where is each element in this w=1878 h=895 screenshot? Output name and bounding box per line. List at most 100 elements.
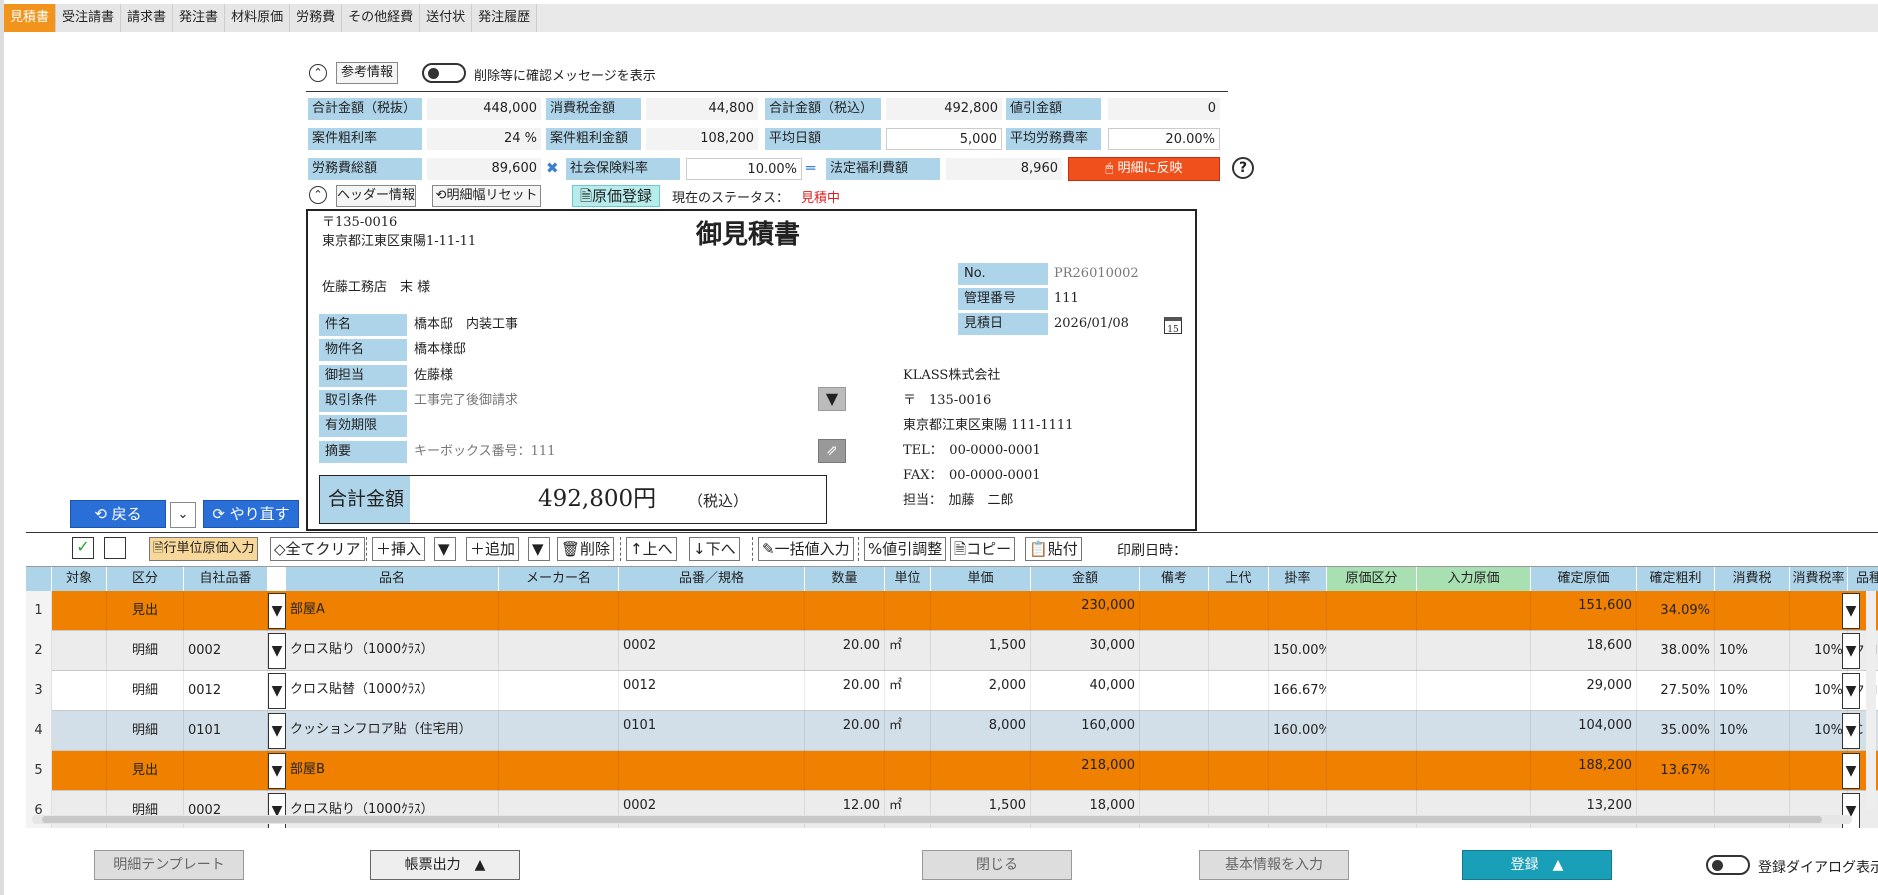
cell-note[interactable]: [1140, 631, 1209, 671]
cell-retail[interactable]: [1209, 671, 1269, 711]
cell-inputcost[interactable]: [1417, 671, 1531, 711]
cell-maker[interactable]: [499, 631, 619, 671]
header-info-button[interactable]: ヘッダー情報: [336, 185, 416, 207]
cell-unit[interactable]: ㎡: [885, 711, 931, 751]
cell-qty[interactable]: 20.00: [805, 671, 885, 711]
cell-taxrate[interactable]: 10%: [1790, 711, 1848, 751]
horizontal-scrollbar[interactable]: [32, 815, 1852, 824]
row-type-dropdown-icon[interactable]: ▼: [268, 713, 286, 749]
cell-cost[interactable]: 151,600: [1531, 591, 1637, 631]
cell-note[interactable]: [1140, 751, 1209, 791]
column-header[interactable]: 掛率: [1269, 567, 1327, 591]
cell-kubun[interactable]: 明細: [107, 671, 184, 711]
cell-qty[interactable]: [805, 591, 885, 631]
cell-price[interactable]: 2,000: [931, 671, 1031, 711]
cell-name[interactable]: クッションフロア貼（住宅用）: [286, 711, 499, 751]
move-up-button[interactable]: ↑上へ: [626, 537, 677, 561]
cell-price[interactable]: 8,000: [931, 711, 1031, 751]
row-action-dropdown-icon[interactable]: ▼: [1842, 593, 1860, 629]
column-header[interactable]: 対象: [52, 567, 107, 591]
add-dropdown-icon[interactable]: ▼: [528, 537, 550, 561]
edit-note-icon[interactable]: ⇗: [818, 439, 846, 463]
cell-tax[interactable]: [1715, 751, 1790, 791]
table-row[interactable]: 2 明細 0002 ▼ クロス貼り（1000ｸﾗｽ） 0002 20.00 ㎡ 1,500 30,…: [26, 631, 1878, 671]
tab-5[interactable]: 労務費: [290, 4, 343, 32]
cell-taxrate[interactable]: 10%: [1790, 671, 1848, 711]
calendar-icon[interactable]: 15: [1164, 317, 1182, 335]
cell-profit[interactable]: 13.67%: [1637, 751, 1715, 791]
delete-button[interactable]: 🗑削除: [557, 537, 615, 561]
cell-profit[interactable]: 27.50%: [1637, 671, 1715, 711]
ref-info-button[interactable]: 参考情報: [336, 62, 398, 84]
cell-maker[interactable]: [499, 591, 619, 631]
target-cell[interactable]: [52, 591, 107, 631]
cell-cost[interactable]: 18,600: [1531, 631, 1637, 671]
doc-field-value[interactable]: キーボックス番号：111: [414, 441, 555, 463]
cell-rate[interactable]: 166.67%: [1269, 671, 1327, 711]
cell-maker[interactable]: [499, 711, 619, 751]
close-button[interactable]: 閉じる: [922, 850, 1072, 880]
cell-tax[interactable]: 10%: [1715, 671, 1790, 711]
cell-qty[interactable]: 20.00: [805, 711, 885, 751]
target-cell[interactable]: [52, 671, 107, 711]
cell-inputcost[interactable]: [1417, 711, 1531, 751]
summary-value[interactable]: 20.00%: [1108, 128, 1220, 150]
reflect-to-detail-button[interactable]: 🖱 明細に反映: [1068, 157, 1220, 181]
cell-qty[interactable]: [805, 751, 885, 791]
column-header[interactable]: 単価: [931, 567, 1031, 591]
cell-spec[interactable]: [619, 591, 805, 631]
table-row[interactable]: 4 明細 0101 ▼ クッションフロア貼（住宅用） 0101 20.00 ㎡ 8,000 160…: [26, 711, 1878, 751]
basic-info-button[interactable]: 基本情報を入力: [1199, 850, 1349, 880]
tab-6[interactable]: その他経費: [342, 4, 421, 32]
column-header[interactable]: 自社品番: [184, 567, 268, 591]
copy-button[interactable]: 🗎コピー: [950, 537, 1016, 561]
row-action-dropdown-icon[interactable]: ▼: [1842, 713, 1860, 749]
column-header[interactable]: 数量: [805, 567, 885, 591]
cell-cost[interactable]: 29,000: [1531, 671, 1637, 711]
tab-0[interactable]: 見積書: [4, 4, 57, 32]
cell-profit[interactable]: 35.00%: [1637, 711, 1715, 751]
target-cell[interactable]: [52, 631, 107, 671]
cell-name[interactable]: クロス貼り（1000ｸﾗｽ）: [286, 631, 499, 671]
row-type-dropdown-icon[interactable]: ▼: [268, 673, 286, 709]
cell-unit[interactable]: [885, 751, 931, 791]
column-header[interactable]: 上代: [1209, 567, 1269, 591]
redo-button[interactable]: ⟳ やり直す: [203, 500, 299, 528]
column-header[interactable]: 単位: [885, 567, 931, 591]
cell-costtype[interactable]: [1327, 591, 1417, 631]
add-button[interactable]: ＋追加: [466, 537, 520, 561]
cell-name[interactable]: 部屋A: [286, 591, 499, 631]
cell-kubun[interactable]: 見出: [107, 751, 184, 791]
cell-spec[interactable]: 0002: [619, 631, 805, 671]
cell-costtype[interactable]: [1327, 671, 1417, 711]
cell-amount[interactable]: 30,000: [1031, 631, 1140, 671]
cell-rate[interactable]: 160.00%: [1269, 711, 1327, 751]
detail-template-button[interactable]: 明細テンプレート: [94, 850, 244, 880]
cell-spec[interactable]: [619, 751, 805, 791]
table-row[interactable]: 1 見出 ▼ 部屋A 230,000 151,600 34.09% ▼: [26, 591, 1878, 631]
discount-adjust-button[interactable]: %値引調整: [864, 537, 947, 561]
social-insurance-value[interactable]: 10.00%: [686, 158, 802, 180]
cell-amount[interactable]: 218,000: [1031, 751, 1140, 791]
date-value[interactable]: 2026/01/08: [1054, 313, 1129, 335]
cell-inputcost[interactable]: [1417, 751, 1531, 791]
cell-qty[interactable]: 20.00: [805, 631, 885, 671]
terms-dropdown-icon[interactable]: ▼: [818, 387, 846, 411]
column-header[interactable]: 品名: [286, 567, 499, 591]
cell-retail[interactable]: [1209, 591, 1269, 631]
vertical-scrollbar[interactable]: [1866, 591, 1876, 809]
row-type-dropdown-icon[interactable]: ▼: [268, 633, 286, 669]
cell-price[interactable]: [931, 591, 1031, 631]
cost-register-button[interactable]: 🗎原価登録: [572, 185, 660, 207]
tab-1[interactable]: 受注請書: [56, 4, 122, 32]
scrollbar-thumb[interactable]: [42, 816, 1822, 823]
cell-unit[interactable]: [885, 591, 931, 631]
confirm-toggle[interactable]: [422, 63, 466, 83]
tab-3[interactable]: 発注書: [173, 4, 226, 32]
select-all-icon[interactable]: ✓: [72, 537, 94, 559]
column-header[interactable]: 入力原価: [1417, 567, 1531, 591]
target-cell[interactable]: [52, 711, 107, 751]
cell-costtype[interactable]: [1327, 711, 1417, 751]
doc-field-value[interactable]: 佐藤様: [414, 365, 453, 387]
cell-code[interactable]: 0012: [184, 671, 268, 711]
